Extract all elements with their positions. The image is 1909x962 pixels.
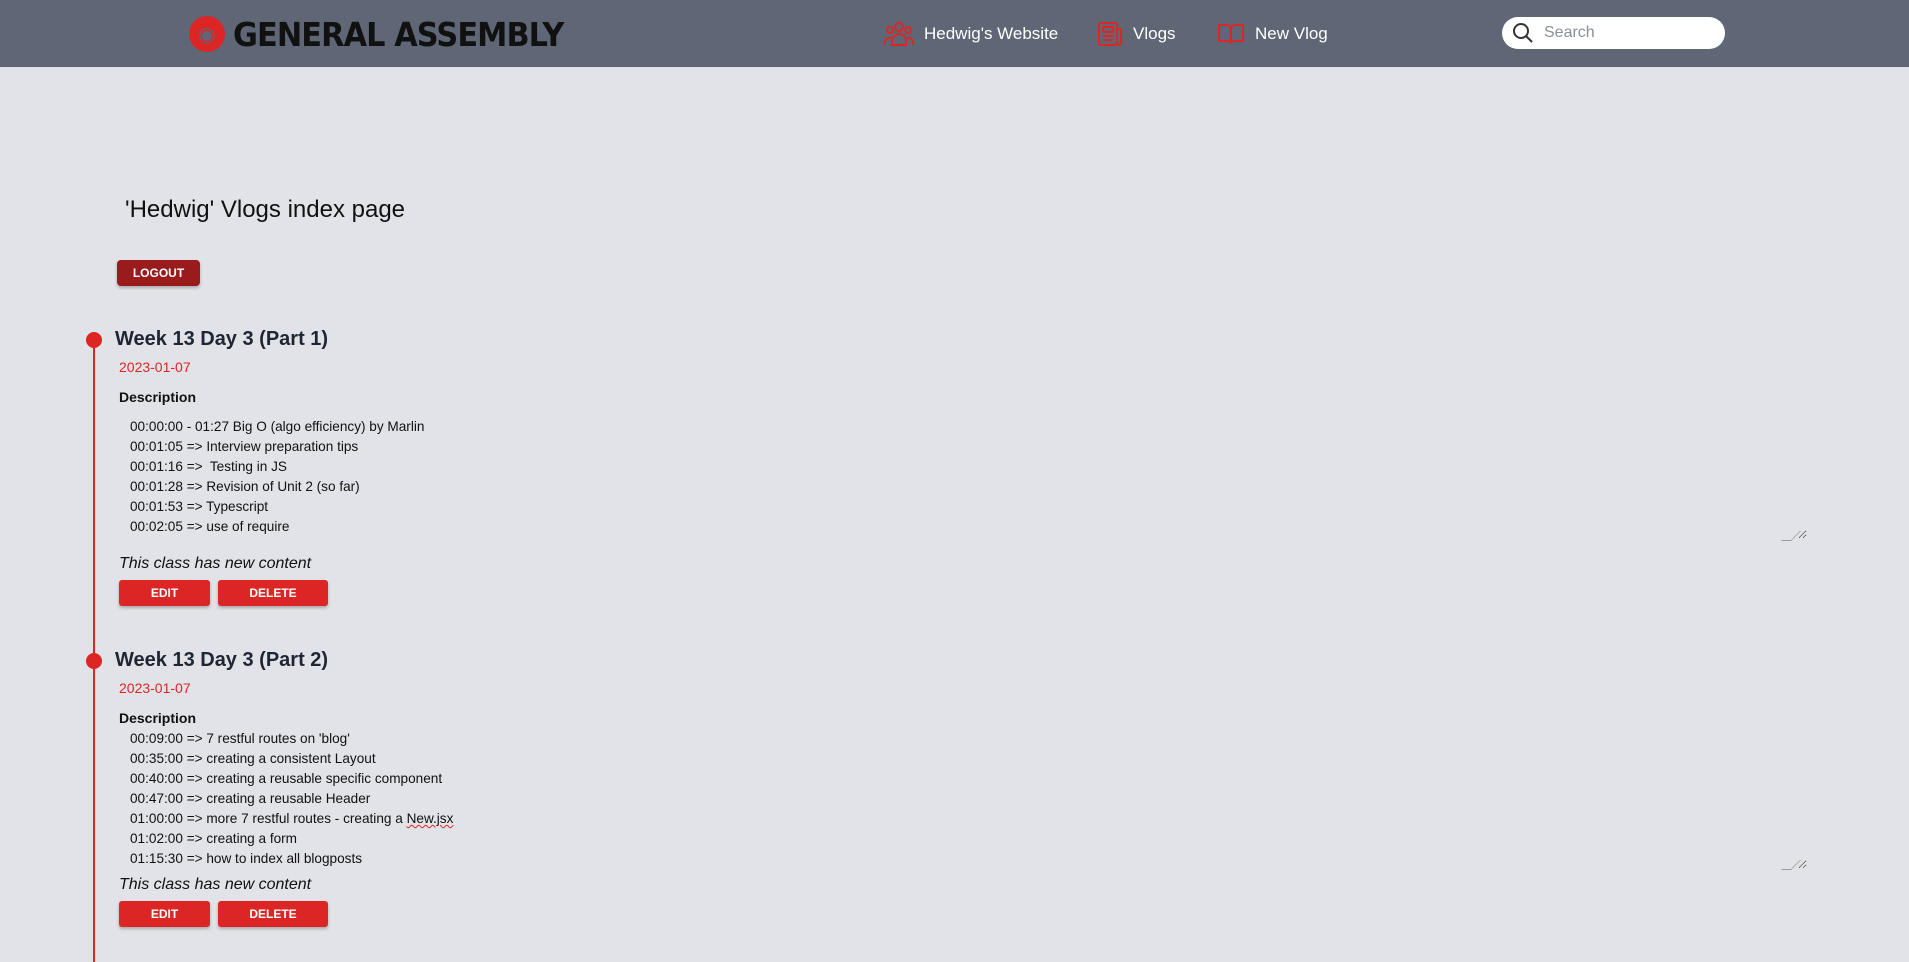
page-title: 'Hedwig' Vlogs index page — [125, 196, 406, 223]
new-content-note: This class has new content — [119, 555, 312, 572]
vlog-title: Week 13 Day 3 (Part 1) — [115, 328, 329, 350]
nav-link-website[interactable]: Hedwig's Website — [884, 20, 1058, 48]
delete-button[interactable]: DELETE — [218, 901, 328, 927]
timeline-line — [93, 340, 95, 962]
new-content-note: This class has new content — [119, 876, 312, 893]
description-textarea[interactable]: 00:09:00 => 7 restful routes on 'blog' 0… — [119, 729, 1807, 869]
newspaper-icon — [1098, 22, 1122, 46]
description-line: 00:47:00 => creating a reusable Header — [130, 791, 371, 806]
description-line: 00:09:00 => 7 restful routes on 'blog' — [130, 731, 350, 746]
book-open-icon — [1218, 24, 1244, 45]
nav-link-label: Vlogs — [1133, 24, 1176, 43]
description-textarea[interactable]: 00:00:00 - 01:27 Big O (algo efficiency)… — [119, 417, 1807, 539]
nav-link-label: Hedwig's Website — [924, 24, 1059, 43]
description-line: 01:02:00 => creating a form — [130, 831, 298, 846]
logo[interactable]: ◉ GENERAL ASSEMBLY — [189, 14, 592, 54]
general-assembly-logo-icon: ◉ — [189, 16, 225, 52]
description-line-text: 01:00:00 => more 7 restful routes - crea… — [130, 811, 407, 826]
vlog-date: 2023-01-07 — [119, 680, 191, 696]
logout-button[interactable]: LOGOUT — [117, 260, 200, 286]
description-line: 00:00:00 - 01:27 Big O (algo efficiency)… — [130, 419, 425, 434]
edit-button[interactable]: EDIT — [119, 580, 210, 606]
navbar: ◉ GENERAL ASSEMBLY Hedwig's Website Vlog… — [0, 0, 1909, 67]
vlog-date: 2023-01-07 — [119, 359, 191, 375]
users-icon — [884, 22, 914, 46]
description-line: 00:02:05 => use of require — [130, 519, 290, 534]
description-line-with-spellcheck: 01:00:00 => more 7 restful routes - crea… — [130, 809, 1807, 829]
vlog-title: Week 13 Day 3 (Part 2) — [115, 649, 329, 671]
description-label: Description — [119, 710, 197, 726]
search-bar[interactable] — [1502, 17, 1725, 49]
description-line: 00:35:00 => creating a consistent Layout — [130, 751, 376, 766]
timeline-dot — [86, 653, 102, 669]
description-line: 00:40:00 => creating a reusable specific… — [130, 771, 443, 786]
logo-text: GENERAL ASSEMBLY — [233, 14, 564, 54]
description-line: 00:01:05 => Interview preparation tips — [130, 439, 359, 454]
edit-button[interactable]: EDIT — [119, 901, 210, 927]
description-line: 00:01:53 => Typescript — [130, 499, 269, 514]
nav-link-label: New Vlog — [1255, 24, 1328, 43]
delete-button[interactable]: DELETE — [218, 580, 328, 606]
description-label: Description — [119, 389, 197, 405]
timeline-dot — [86, 332, 102, 348]
nav-link-new-vlog[interactable]: New Vlog — [1217, 20, 1328, 48]
description-line: 01:15:30 => how to index all blogposts — [130, 851, 363, 866]
misspelled-word: New.jsx — [406, 811, 454, 826]
search-input[interactable] — [1542, 23, 1716, 43]
search-icon — [1513, 23, 1533, 43]
nav-link-vlogs[interactable]: Vlogs — [1097, 20, 1176, 48]
description-line: 00:01:28 => Revision of Unit 2 (so far) — [130, 479, 360, 494]
description-line: 00:01:16 => Testing in JS — [130, 459, 287, 474]
